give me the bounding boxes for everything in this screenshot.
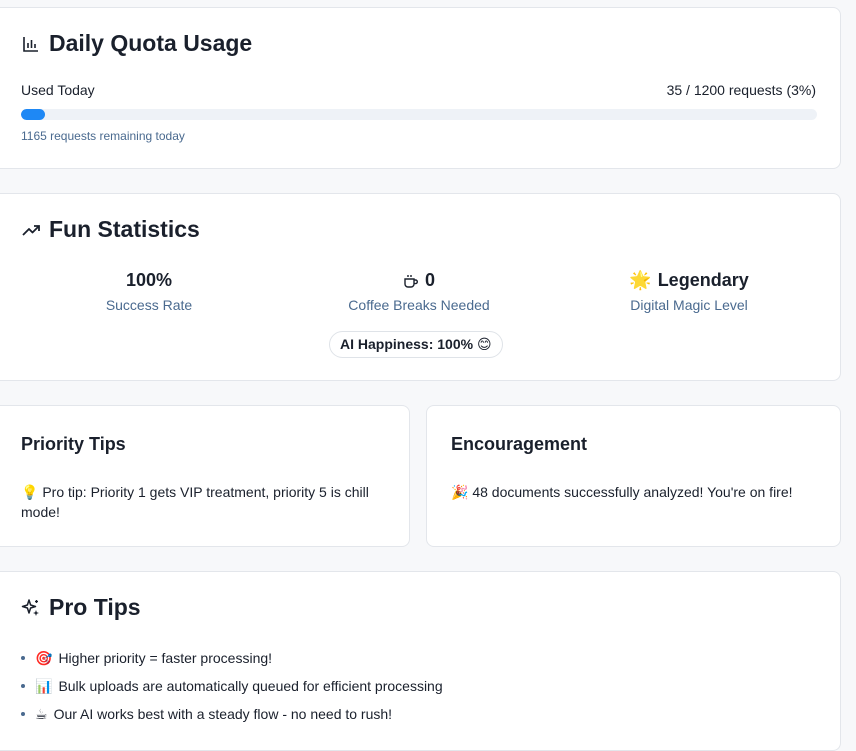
quota-title: Daily Quota Usage — [49, 30, 253, 56]
magic-level-value: Legendary — [657, 270, 749, 290]
stat-coffee-breaks: 0 Coffee Breaks Needed — [299, 270, 539, 313]
quota-progress-fill — [21, 109, 45, 120]
stat-value: 🌟 Legendary — [569, 270, 809, 291]
encouragement-text: 🎉 48 documents successfully analyzed! Yo… — [451, 484, 793, 500]
magic-level-label: Digital Magic Level — [630, 297, 748, 313]
trending-up-icon — [22, 224, 40, 236]
stat-success-rate: 100% Success Rate — [29, 270, 269, 313]
list-item: 🎯 Higher priority = faster processing! — [21, 644, 443, 672]
list-item: 📊 Bulk uploads are automatically queued … — [21, 672, 443, 700]
remaining-requests: 1165 requests remaining today — [21, 129, 185, 143]
used-today-value: 35 / 1200 requests (3%) — [666, 82, 816, 98]
fun-title-row: Fun Statistics — [21, 216, 200, 243]
pro-tip-text: Our AI works best with a steady flow - n… — [53, 706, 393, 722]
pro-tips-list: 🎯 Higher priority = faster processing! 📊… — [21, 644, 443, 728]
success-rate-value: 100% — [125, 270, 173, 290]
star-icon: 🌟 — [629, 270, 652, 290]
priority-tip-text: 💡 Pro tip: Priority 1 gets VIP treatment… — [21, 484, 369, 520]
coffee-breaks-label: Coffee Breaks Needed — [348, 297, 490, 313]
stat-value: 0 — [299, 270, 539, 291]
stat-value: 100% — [29, 270, 269, 291]
chart-icon: 📊 — [35, 678, 53, 694]
quota-title-row: Daily Quota Usage — [21, 30, 252, 57]
pro-tips-card: Pro Tips 🎯 Higher priority = faster proc… — [0, 571, 841, 751]
encouragement-card: Encouragement 🎉 48 documents successfull… — [426, 405, 841, 547]
used-today-label: Used Today — [21, 82, 95, 98]
bar-chart-icon — [23, 36, 38, 52]
coffee-icon: ☕ — [35, 706, 48, 722]
bullet-icon — [21, 684, 25, 688]
pro-tips-title: Pro Tips — [49, 594, 141, 620]
quota-progress-bar — [21, 109, 817, 120]
bullet-icon — [21, 656, 25, 660]
coffee-cup-icon — [404, 274, 418, 288]
pro-tip-text: Higher priority = faster processing! — [58, 650, 273, 666]
stat-magic-level: 🌟 Legendary Digital Magic Level — [569, 270, 809, 313]
sparkles-icon — [21, 598, 39, 616]
success-rate-label: Success Rate — [105, 297, 193, 313]
encouragement-title: Encouragement — [451, 434, 588, 454]
pro-tip-text: Bulk uploads are automatically queued fo… — [58, 678, 443, 694]
priority-tips-title: Priority Tips — [21, 434, 126, 454]
coffee-breaks-value: 0 — [424, 270, 435, 290]
ai-happiness-badge: AI Happiness: 100% 😊 — [329, 331, 503, 358]
target-icon: 🎯 — [35, 650, 53, 666]
list-item: ☕ Our AI works best with a steady flow -… — [21, 700, 443, 728]
bullet-icon — [21, 712, 25, 716]
pro-tips-title-row: Pro Tips — [21, 594, 141, 621]
fun-statistics-card: Fun Statistics 100% Success Rate 0 Coffe… — [0, 193, 841, 381]
quota-card: Daily Quota Usage Used Today 35 / 1200 r… — [0, 7, 841, 169]
priority-tips-card: Priority Tips 💡 Pro tip: Priority 1 gets… — [0, 405, 410, 547]
fun-title: Fun Statistics — [49, 216, 200, 242]
